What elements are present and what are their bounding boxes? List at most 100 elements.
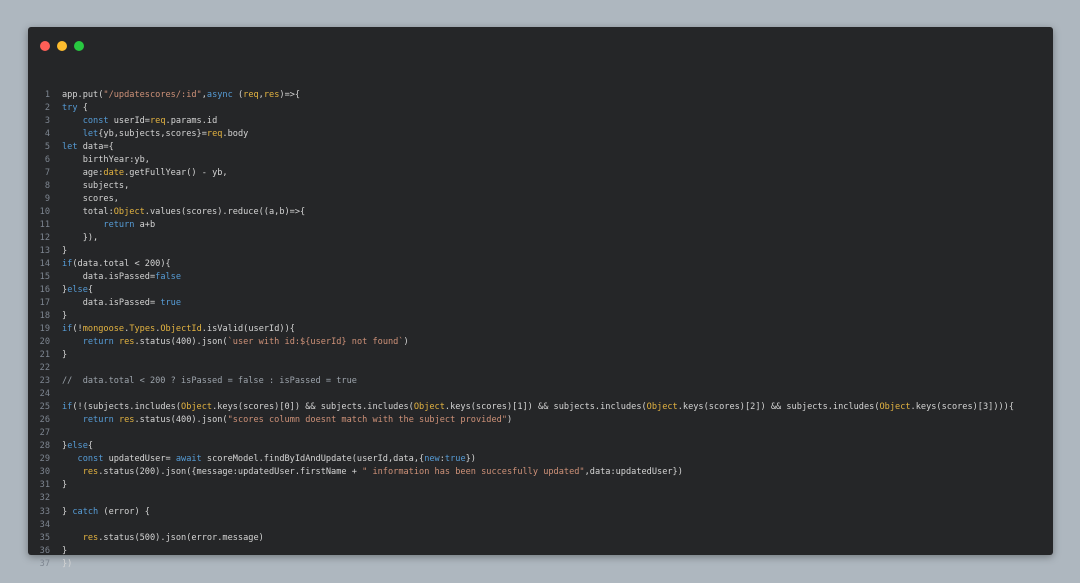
code-line: 23 // data.total < 200 ? isPassed = false… [28, 375, 1053, 388]
code-line: 5 let data={ [28, 141, 1053, 154]
code-line: 13} [28, 245, 1053, 258]
line-number: 6 [44, 155, 50, 166]
code-text: data.isPassed= true [62, 298, 182, 309]
code-line: 19 if(!mongoose.Types.ObjectId.isValid(us… [28, 323, 1053, 336]
code-line: 1 app.put("/updatescores/:id",async (req,… [28, 89, 1053, 102]
code-text: if(!(subjects.includes(Object.keys(score… [62, 402, 1015, 413]
code-text: const updatedUser= await scoreModel.find… [77, 454, 476, 465]
code-line: 30 res.status(200).json({message:updated… [28, 466, 1053, 479]
code-line: 32 [28, 492, 1053, 505]
code-line: 2 try { [28, 102, 1053, 115]
code-line: 12 }), [28, 232, 1053, 245]
line-number: 25 [39, 402, 50, 413]
code-text: const userId=req.params.id [82, 116, 218, 127]
line-number: 9 [44, 194, 50, 205]
code-line: 4 let{yb,subjects,scores}=req.body [28, 128, 1053, 141]
code-line: 7 age:date.getFullYear() - yb, [28, 167, 1053, 180]
code-text: let data={ [62, 142, 114, 153]
line-number: 29 [39, 454, 50, 465]
code-line: 31} [28, 479, 1053, 492]
code-line: 26 return res.status(400).json("scores c… [28, 414, 1053, 427]
line-number: 12 [39, 233, 50, 244]
line-number: 7 [44, 168, 50, 179]
code-text: if(!mongoose.Types.ObjectId.isValid(user… [62, 324, 295, 335]
line-number: 28 [39, 441, 50, 452]
line-number: 15 [39, 272, 50, 283]
code-line: 29 const updatedUser= await scoreModel.f… [28, 453, 1053, 466]
line-number: 26 [39, 415, 50, 426]
code-text: } catch (error) { [62, 506, 150, 517]
code-text: app.put("/updatescores/:id",async (req,r… [62, 90, 301, 100]
code-text: return res.status(400).json(`user with i… [82, 337, 409, 348]
code-line: 8 subjects, [28, 180, 1053, 193]
close-dot-icon[interactable] [40, 41, 50, 51]
code-text: birthYear:yb, [62, 155, 150, 166]
line-number: 8 [44, 181, 50, 192]
code-text: if(data.total < 200){ [62, 259, 171, 270]
line-number: 36 [39, 545, 50, 556]
code-line: 11 return a+b [28, 219, 1053, 232]
line-number: 33 [39, 506, 50, 517]
code-text: data.isPassed=false [62, 272, 182, 283]
code-line: 37}) [28, 558, 1053, 571]
line-number: 31 [39, 480, 50, 491]
code-text: scores, [62, 194, 119, 205]
code-line: 28 }else{ [28, 440, 1053, 453]
code-line: 33 } catch (error) { [28, 506, 1053, 519]
line-number: 21 [39, 350, 50, 361]
line-number: 22 [39, 363, 50, 374]
code-line: 9 scores, [28, 193, 1053, 206]
line-number: 1 [44, 90, 50, 100]
code-text: }else{ [62, 441, 94, 452]
line-number: 10 [39, 207, 50, 218]
line-number: 16 [39, 285, 50, 296]
line-number: 17 [39, 298, 50, 309]
line-number: 24 [39, 389, 50, 400]
code-text: age:date.getFullYear() - yb, [62, 168, 228, 179]
code-line: 20 return res.status(400).json(`user wit… [28, 336, 1053, 349]
code-block: 1 app.put("/updatescores/:id",async (req,… [28, 89, 1053, 571]
code-line: 10 total:Object.values(scores).reduce((a… [28, 206, 1053, 219]
line-number: 11 [39, 220, 50, 231]
code-text: }else{ [62, 285, 94, 296]
code-text: } [62, 350, 68, 361]
line-number: 4 [44, 129, 50, 140]
line-number: 18 [39, 311, 50, 322]
line-number: 37 [39, 558, 50, 569]
code-line: 15 data.isPassed=false [28, 271, 1053, 284]
code-text: let{yb,subjects,scores}=req.body [82, 129, 249, 140]
code-line: 27 [28, 427, 1053, 440]
code-line: 6 birthYear:yb, [28, 154, 1053, 167]
line-number: 19 [39, 324, 50, 335]
line-number: 34 [39, 519, 50, 530]
code-text: return res.status(400).json("scores colu… [82, 415, 513, 426]
maximize-dot-icon[interactable] [74, 41, 84, 51]
line-number: 5 [44, 142, 50, 153]
line-number: 23 [39, 376, 50, 387]
code-text: } [62, 480, 68, 491]
code-line: 36} [28, 545, 1053, 558]
line-number: 3 [44, 116, 50, 127]
code-text: } [62, 246, 68, 257]
minimize-dot-icon[interactable] [57, 41, 67, 51]
code-line: 21} [28, 349, 1053, 362]
code-text: res.status(200).json({message:updatedUse… [82, 467, 683, 478]
code-text: }), [62, 233, 99, 244]
code-window: 1 app.put("/updatescores/:id",async (req,… [28, 27, 1053, 569]
code-text: return a+b [103, 220, 156, 231]
line-number: 13 [39, 246, 50, 257]
code-text: res.status(500).json(error.message) [82, 532, 264, 543]
line-number: 20 [39, 337, 50, 348]
line-number: 27 [39, 428, 50, 439]
line-number: 32 [39, 493, 50, 504]
line-number: 14 [39, 259, 50, 270]
code-line: 14 if(data.total < 200){ [28, 258, 1053, 271]
code-text: // data.total < 200 ? isPassed = false :… [62, 376, 357, 387]
line-number: 35 [39, 532, 50, 543]
code-line: 22 [28, 362, 1053, 375]
code-line: 16 }else{ [28, 284, 1053, 297]
code-line: 25 if(!(subjects.includes(Object.keys(sco… [28, 401, 1053, 414]
code-line: 17 data.isPassed= true [28, 297, 1053, 310]
code-line: 35 res.status(500).json(error.message) [28, 532, 1053, 545]
code-text: }) [62, 558, 73, 569]
